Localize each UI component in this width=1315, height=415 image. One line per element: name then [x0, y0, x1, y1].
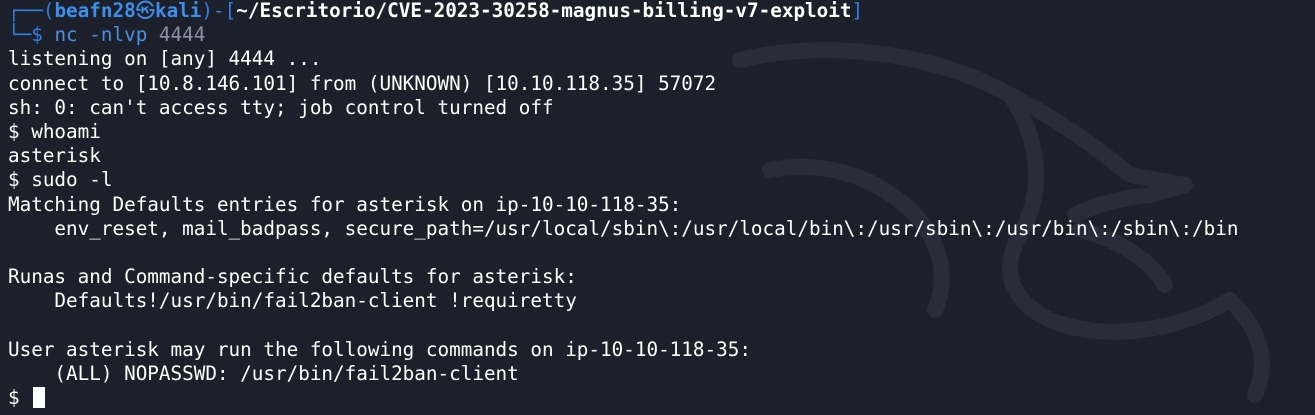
output-line: sh: 0: can't access tty; job control tur… — [8, 95, 554, 119]
output-line: $ whoami — [8, 119, 101, 143]
prompt-username: beafn28 — [54, 0, 136, 22]
skull-icon: ㉿ — [135, 0, 155, 22]
prompt-header-line: ┌──(beafn28㉿kali)-[~/Escritorio/CVE-2023… — [8, 0, 1315, 23]
active-shell-prompt-line[interactable]: $ — [8, 386, 1315, 410]
prompt-hostname: kali — [154, 0, 202, 22]
output-line: User asterisk may run the following comm… — [8, 337, 751, 361]
prompt-frame-end: ] — [851, 0, 864, 22]
command-name: nc — [54, 23, 78, 47]
terminal-output: ┌──(beafn28㉿kali)-[~/Escritorio/CVE-2023… — [8, 0, 1315, 410]
block-cursor-icon[interactable] — [33, 387, 46, 408]
output-line: env_reset, mail_badpass, secure_path=/us… — [8, 216, 1239, 240]
output-line: Defaults!/usr/bin/fail2ban-client !requi… — [8, 289, 577, 313]
command-flags: -nlvp — [89, 23, 148, 47]
command-port-arg: 4444 — [158, 23, 206, 47]
output-line: (ALL) NOPASSWD: /usr/bin/fail2ban-client — [8, 361, 519, 385]
prompt-frame-mid: )-[ — [201, 0, 237, 22]
shell-prompt-symbol: $ — [8, 386, 20, 409]
prompt-command-line: └─$ nc -nlvp 4444 — [8, 23, 1315, 47]
prompt-frame-bottom: └─ — [8, 23, 32, 47]
prompt-working-directory: ~/Escritorio/CVE-2023-30258-magnus-billi… — [236, 0, 852, 22]
output-line: connect to [10.8.146.101] from (UNKNOWN)… — [8, 71, 717, 95]
output-line: asterisk — [8, 144, 101, 168]
output-line: Matching Defaults entries for asterisk o… — [8, 192, 682, 216]
output-line: listening on [any] 4444 ... — [8, 47, 322, 71]
output-line: $ sudo -l — [8, 168, 113, 192]
terminal-window[interactable]: ┌──(beafn28㉿kali)-[~/Escritorio/CVE-2023… — [0, 0, 1315, 415]
prompt-symbol: $ — [31, 23, 43, 47]
prompt-frame-top: ┌──( — [8, 0, 55, 22]
output-line: Runas and Command-specific defaults for … — [8, 265, 577, 289]
